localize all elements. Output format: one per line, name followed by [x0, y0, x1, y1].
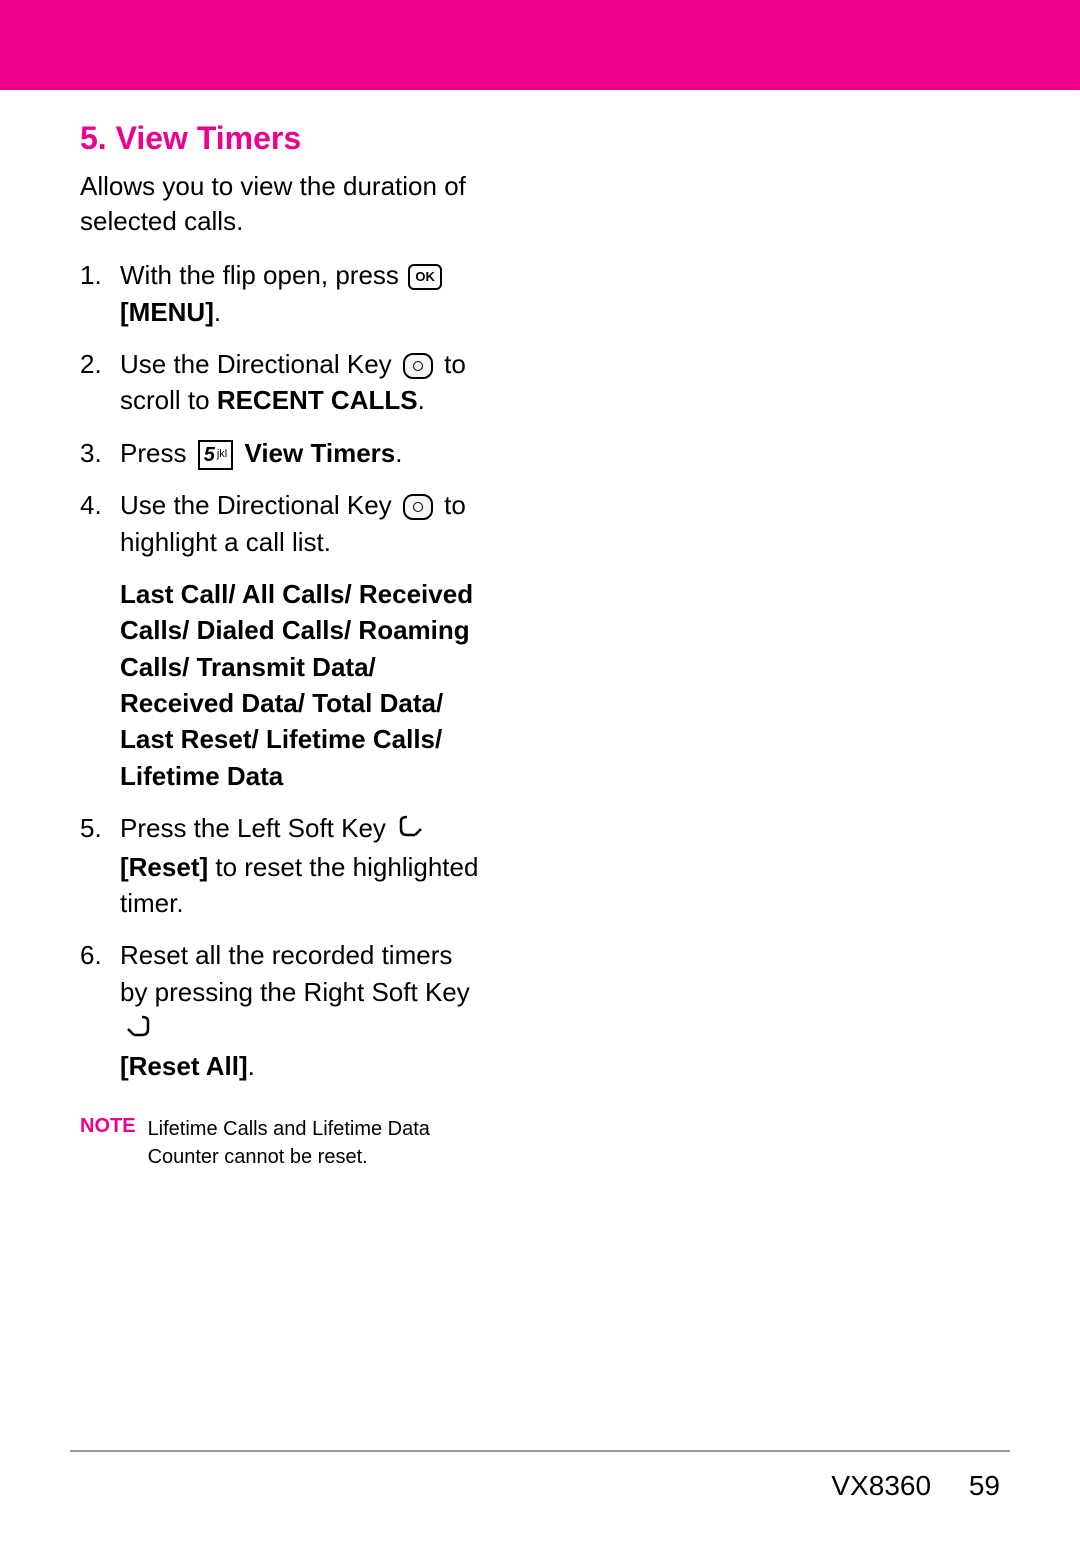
step-text: Use the Directional Key — [120, 349, 392, 379]
steps-list-2: Press the Left Soft Key [Reset] to reset… — [80, 810, 480, 1085]
step-bold: View Timers — [244, 438, 395, 468]
left-soft-key-icon — [397, 812, 425, 848]
step-suffix: . — [418, 385, 425, 415]
step-4: Use the Directional Key to highlight a c… — [80, 487, 480, 560]
note-label: NOTE — [80, 1115, 136, 1171]
key-5-icon: 5jkl — [198, 440, 234, 470]
section-intro: Allows you to view the duration of selec… — [80, 169, 480, 239]
note-text: Lifetime Calls and Lifetime Data Counter… — [148, 1115, 480, 1171]
step-text: Reset all the recorded timers by pressin… — [120, 940, 470, 1006]
call-list-options: Last Call/ All Calls/ Received Calls/ Di… — [80, 576, 480, 794]
step-bold: [Reset] — [120, 852, 208, 882]
note-block: NOTE Lifetime Calls and Lifetime Data Co… — [80, 1115, 480, 1171]
step-6: Reset all the recorded timers by pressin… — [80, 937, 480, 1084]
step-suffix: . — [214, 297, 221, 327]
section-heading: 5. View Timers — [80, 120, 480, 157]
steps-list: With the flip open, press OK [MENU]. Use… — [80, 257, 480, 560]
step-bold: [Reset All] — [120, 1051, 248, 1081]
footer-divider — [70, 1450, 1010, 1452]
step-text: With the flip open, press — [120, 260, 399, 290]
step-text: Press — [120, 438, 186, 468]
right-soft-key-icon — [124, 1012, 152, 1048]
step-2: Use the Directional Key to scroll to REC… — [80, 346, 480, 419]
step-3: Press 5jkl View Timers. — [80, 435, 480, 471]
step-bold: [MENU] — [120, 297, 214, 327]
page-footer: VX8360 59 — [831, 1470, 1000, 1502]
model-name: VX8360 — [831, 1470, 931, 1501]
step-text: Press the Left Soft Key — [120, 813, 386, 843]
step-suffix: . — [248, 1051, 255, 1081]
directional-key-icon — [403, 353, 433, 379]
directional-key-icon — [403, 494, 433, 520]
header-bar — [0, 0, 1080, 90]
page-number: 59 — [969, 1470, 1000, 1501]
ok-icon: OK — [408, 264, 442, 290]
step-1: With the flip open, press OK [MENU]. — [80, 257, 480, 330]
step-suffix: . — [395, 438, 402, 468]
step-text: Use the Directional Key — [120, 490, 392, 520]
step-bold: RECENT CALLS — [217, 385, 418, 415]
step-5: Press the Left Soft Key [Reset] to reset… — [80, 810, 480, 921]
page-content: 5. View Timers Allows you to view the du… — [0, 90, 560, 1171]
